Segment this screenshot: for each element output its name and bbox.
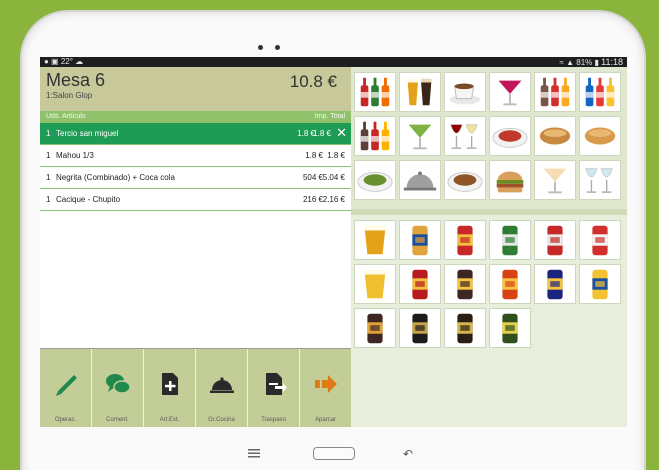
alhambra-bottle-icon[interactable]	[444, 308, 486, 348]
coronita-bottle-icon[interactable]	[579, 264, 621, 304]
san-miguel-can-icon[interactable]	[579, 220, 621, 260]
lemon-beer-icon[interactable]	[354, 264, 396, 304]
item-quantity: 1	[46, 129, 51, 138]
home-button[interactable]	[313, 447, 355, 460]
sandwich-icon[interactable]	[579, 116, 621, 156]
button-label: Traspaso	[261, 417, 286, 423]
soft-drinks-icon[interactable]	[354, 72, 396, 112]
item-name: Negrita (Combinado) + Coca cola	[56, 173, 175, 182]
temperature: 22°	[60, 57, 73, 66]
main-dish-icon[interactable]	[444, 160, 486, 200]
item-price: 216 €	[302, 195, 323, 204]
item-total: 5.04 €	[322, 173, 345, 182]
dish-cover-icon[interactable]	[399, 160, 441, 200]
product-panel	[351, 67, 627, 427]
item-price: 504 €	[302, 173, 323, 182]
order-row[interactable]: 1 Tercio san miguel 1.8 €1.8 € ✕	[40, 123, 351, 145]
column-header-article: Uds. Artículo	[46, 113, 86, 120]
item-total: 2.16 €	[322, 195, 345, 204]
gin-tonic-icon[interactable]	[579, 160, 621, 200]
page-title: Mesa 6	[46, 70, 106, 90]
order-list: 1 Tercio san miguel 1.8 €1.8 € ✕ 1 Mahou 1/3 1…	[40, 123, 351, 349]
pencil-icon	[55, 375, 77, 396]
transfer-document-icon	[265, 373, 287, 395]
room-name: 1:Salon Glop	[46, 91, 93, 100]
burger-icon[interactable]	[489, 160, 531, 200]
arrow-right-icon	[314, 375, 337, 393]
liquor-bottles-icon[interactable]	[534, 72, 576, 112]
cloche-icon	[209, 377, 234, 393]
camera-icon	[258, 45, 263, 50]
order-row[interactable]: 1 Mahou 1/3 1.8 € 1.8 €	[40, 145, 351, 167]
sensor-icon	[275, 45, 280, 50]
ice-cream-icon[interactable]	[534, 160, 576, 200]
screen: ● ▣ 22° ☁ ≈ ▲ 81% ▮ 11:18 Mesa 6 1:Salon…	[40, 57, 627, 427]
column-headers: Uds. Artículo Imp. Total	[40, 111, 351, 123]
item-quantity: 1	[46, 195, 51, 204]
order-row[interactable]: 1 Cacique - Chupito 216 €2.16 €	[40, 189, 351, 211]
clock: 11:18	[601, 57, 623, 67]
cocktail-icon[interactable]	[489, 72, 531, 112]
order-header: Mesa 6 1:Salon Glop 10.8 €	[40, 67, 351, 111]
red-label-bottle-icon[interactable]	[489, 264, 531, 304]
button-label: Art.Ext.	[159, 417, 180, 423]
item-quantity: 1	[46, 151, 51, 160]
order-row[interactable]: 1 Negrita (Combinado) + Coca cola 504 €5.0…	[40, 167, 351, 189]
menu-key-icon[interactable]	[248, 449, 260, 458]
item-price: 1.8 €	[305, 151, 323, 160]
extra-smooth-icon[interactable]	[399, 308, 441, 348]
amstel-bottle-icon[interactable]	[399, 264, 441, 304]
coffee-cup-icon[interactable]	[444, 72, 486, 112]
spirits-icon[interactable]	[579, 72, 621, 112]
chat-icon	[105, 374, 131, 394]
salad-plate-icon[interactable]	[354, 160, 396, 200]
category-grid	[351, 67, 627, 209]
mojito-icon[interactable]	[399, 116, 441, 156]
button-label: Operac.	[54, 417, 77, 423]
tapas-plate-icon[interactable]	[489, 116, 531, 156]
bread-icon[interactable]	[534, 116, 576, 156]
art-ext-button[interactable]: Art.Ext.	[144, 349, 196, 427]
heineken-can-icon[interactable]	[489, 220, 531, 260]
mahou-bottle-icon[interactable]	[399, 220, 441, 260]
item-total: 1.8 €	[327, 151, 345, 160]
gr-cocina-button[interactable]: Gr.Cocina	[196, 349, 248, 427]
liqueur-bottles-icon[interactable]	[354, 116, 396, 156]
product-grid	[351, 215, 627, 427]
item-quantity: 1	[46, 173, 51, 182]
coment-button[interactable]: Coment.	[92, 349, 144, 427]
battery-level: 81%	[576, 58, 593, 67]
status-bar: ● ▣ 22° ☁ ≈ ▲ 81% ▮ 11:18	[40, 57, 627, 67]
dark-beer-bottle-icon[interactable]	[444, 264, 486, 304]
button-label: Coment.	[106, 417, 129, 423]
estrella-can-icon[interactable]	[534, 220, 576, 260]
toolbar: Operac. Coment. Art.Ext. Gr.Cocina Traspaso A…	[40, 349, 351, 427]
item-name: Mahou 1/3	[56, 151, 94, 160]
beer-glasses-icon[interactable]	[399, 72, 441, 112]
order-panel: Mesa 6 1:Salon Glop 10.8 € Uds. Artículo…	[40, 67, 351, 427]
button-label: Gr.Cocina	[208, 417, 235, 423]
column-header-amount: Imp. Total	[314, 113, 345, 120]
draft-beer-icon[interactable]	[354, 220, 396, 260]
aparcar-button[interactable]: Aparcar	[300, 349, 351, 427]
traspaso-button[interactable]: Traspaso	[248, 349, 300, 427]
item-total: 1.8 €	[313, 129, 331, 138]
operac-button[interactable]: Operac.	[40, 349, 92, 427]
button-label: Aparcar	[314, 417, 336, 423]
mahou-negra-icon[interactable]	[354, 308, 396, 348]
tablet-bottom: ↶	[0, 427, 659, 470]
blue-can-icon[interactable]	[534, 264, 576, 304]
remove-item-icon[interactable]: ✕	[336, 126, 347, 140]
mahou-can-icon[interactable]	[444, 220, 486, 260]
order-total: 10.8 €	[289, 72, 337, 91]
back-key-icon[interactable]: ↶	[403, 447, 413, 461]
item-name: Tercio san miguel	[56, 129, 119, 138]
status-left: ● ▣ 22° ☁	[44, 57, 84, 66]
wine-glasses-icon[interactable]	[444, 116, 486, 156]
green-beer-bottle-icon[interactable]	[489, 308, 531, 348]
item-name: Cacique - Chupito	[56, 195, 121, 204]
add-document-icon	[161, 373, 178, 395]
